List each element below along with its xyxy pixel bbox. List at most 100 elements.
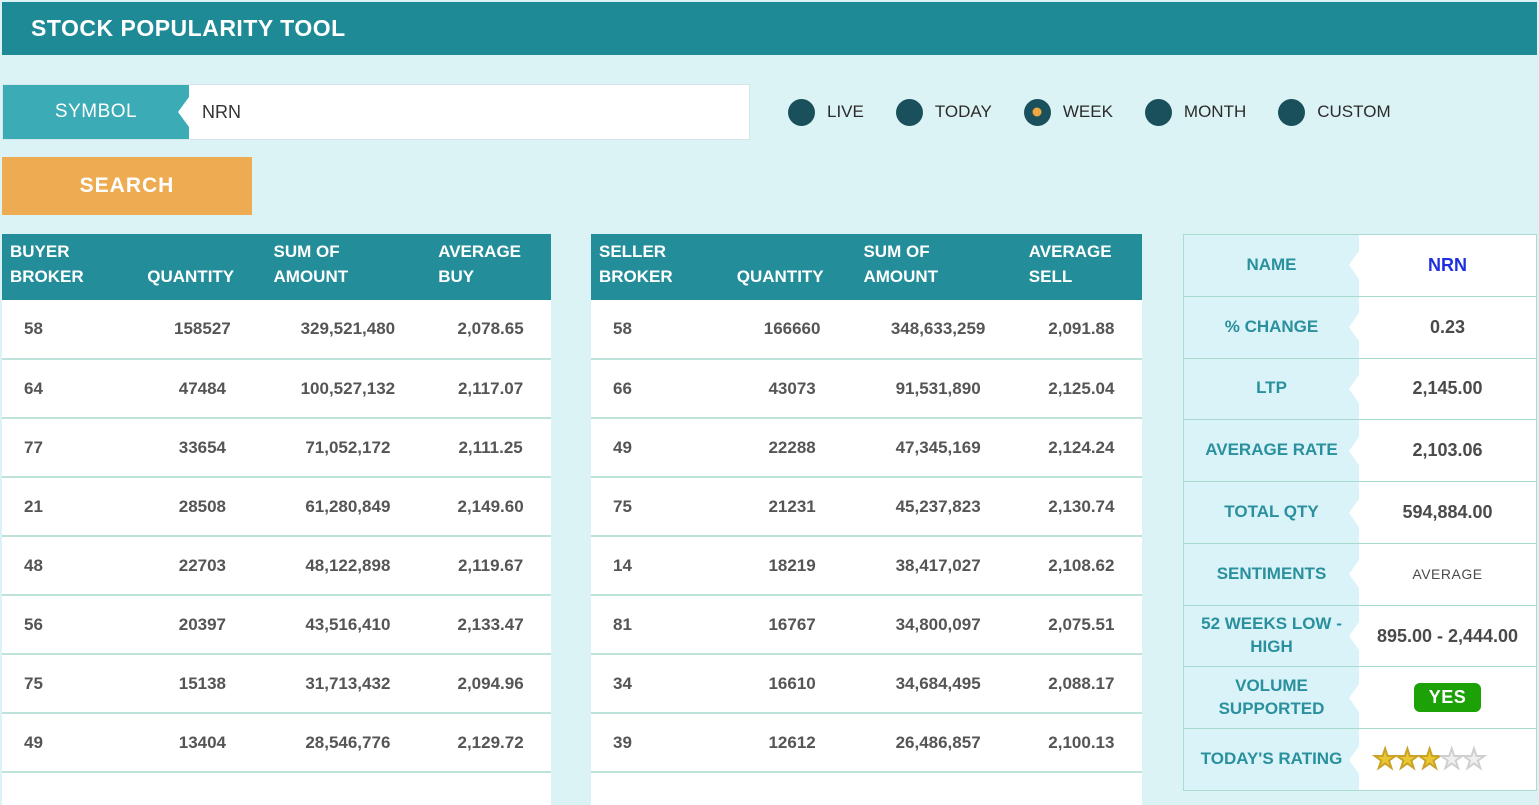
radio-circle-icon[interactable] — [1145, 99, 1172, 126]
radio-circle-icon[interactable] — [788, 99, 815, 126]
panel-row-52-weeks: 52 WEEKS LOW - HIGH 895.00 - 2,444.00 — [1184, 606, 1536, 668]
radio-circle-icon[interactable] — [1024, 99, 1051, 126]
cell-sum: 47,345,169 — [855, 418, 1020, 477]
table-row: 77 33654 71,052,172 2,111.25 — [2, 418, 551, 477]
star-filled-icon: ★ — [1373, 746, 1395, 773]
panel-label: AVERAGE RATE — [1184, 420, 1359, 481]
panel-row-sentiments: SENTIMENTS AVERAGE — [1184, 544, 1536, 606]
search-button[interactable]: SEARCH — [2, 157, 252, 215]
column-header: AVERAGE BUY — [430, 234, 551, 300]
period-radio-custom[interactable]: CUSTOM — [1278, 99, 1390, 126]
cell-quantity: 20397 — [139, 595, 265, 654]
page-title: STOCK POPULARITY TOOL — [2, 15, 346, 42]
seller-table-header-row: SELLER BROKER QUANTITY SUM OF AMOUNT AVE… — [591, 234, 1142, 300]
cell-quantity: 16610 — [729, 654, 856, 713]
symbol-label: SYMBOL — [3, 85, 189, 139]
cell-sum: 31,713,432 — [266, 654, 431, 713]
cell-average: 2,117.07 — [430, 359, 551, 418]
panel-row-ltp: LTP 2,145.00 — [1184, 359, 1536, 421]
period-radio-today[interactable]: TODAY — [896, 99, 992, 126]
cell-broker: 77 — [2, 418, 139, 477]
period-radio-group: LIVE TODAY WEEK MONTH CUSTOM — [788, 84, 1391, 140]
cell-quantity: 22288 — [729, 418, 856, 477]
cell-sum: 91,531,890 — [855, 359, 1020, 418]
cell-average: 2,094.96 — [430, 654, 551, 713]
cell-broker: 56 — [2, 595, 139, 654]
table-row: 39 12612 26,486,857 2,100.13 — [591, 713, 1142, 772]
buyer-broker-table: BUYER BROKER QUANTITY SUM OF AMOUNT AVER… — [2, 234, 551, 805]
period-label: TODAY — [935, 102, 992, 122]
panel-row-volume-supported: VOLUME SUPPORTED YES — [1184, 667, 1536, 729]
column-header: QUANTITY — [139, 234, 265, 300]
panel-value: 594,884.00 — [1359, 482, 1536, 543]
table-row: 81 16767 34,800,097 2,075.51 — [591, 595, 1142, 654]
seller-broker-table: SELLER BROKER QUANTITY SUM OF AMOUNT AVE… — [591, 234, 1142, 805]
stock-name-link[interactable]: NRN — [1359, 235, 1536, 296]
table-row: 75 21231 45,237,823 2,130.74 — [591, 477, 1142, 536]
period-radio-month[interactable]: MONTH — [1145, 99, 1246, 126]
cell-sum: 61,280,849 — [266, 477, 431, 536]
cell-broker: 39 — [591, 713, 729, 772]
panel-row-total-qty: TOTAL QTY 594,884.00 — [1184, 482, 1536, 544]
cell-quantity: 13404 — [139, 713, 265, 772]
volume-supported-badge: YES — [1414, 683, 1482, 712]
table-row: 49 13404 28,546,776 2,129.72 — [2, 713, 551, 772]
column-header: SELLER BROKER — [591, 234, 729, 300]
symbol-input[interactable] — [189, 85, 749, 139]
table-row: 34 16610 34,684,495 2,088.17 — [591, 654, 1142, 713]
radio-circle-icon[interactable] — [896, 99, 923, 126]
panel-label: % CHANGE — [1184, 297, 1359, 358]
table-row: 64 47484 100,527,132 2,117.07 — [2, 359, 551, 418]
cell-average: 2,133.47 — [430, 595, 551, 654]
cell-average: 2,088.17 — [1021, 654, 1142, 713]
panel-label: TODAY'S RATING — [1184, 729, 1359, 790]
panel-value: 895.00 - 2,444.00 — [1359, 606, 1536, 667]
cell-average: 2,111.25 — [430, 418, 551, 477]
cell-sum: 26,486,857 — [855, 713, 1020, 772]
cell-quantity: 33654 — [139, 418, 265, 477]
cell-sum: 71,052,172 — [266, 418, 431, 477]
period-radio-week[interactable]: WEEK — [1024, 99, 1113, 126]
table-row: 49 22288 47,345,169 2,124.24 — [591, 418, 1142, 477]
cell-average: 2,130.74 — [1021, 477, 1142, 536]
radio-circle-icon[interactable] — [1278, 99, 1305, 126]
cell-sum: 43,516,410 — [266, 595, 431, 654]
cell-quantity: 43073 — [729, 359, 856, 418]
period-radio-live[interactable]: LIVE — [788, 99, 864, 126]
period-label: LIVE — [827, 102, 864, 122]
cell-broker: 58 — [2, 300, 139, 359]
cell-quantity: 47484 — [139, 359, 265, 418]
cell-broker: 66 — [591, 359, 729, 418]
table-row: 58 158527 329,521,480 2,078.65 — [2, 300, 551, 359]
page: STOCK POPULARITY TOOL SYMBOL LIVE TODAY … — [0, 0, 1539, 805]
panel-row-name: NAME NRN — [1184, 235, 1536, 297]
table-row: 14 18219 38,417,027 2,108.62 — [591, 536, 1142, 595]
table-row: 58 166660 348,633,259 2,091.88 — [591, 300, 1142, 359]
cell-quantity: 28508 — [139, 477, 265, 536]
star-filled-icon: ★ — [1417, 746, 1439, 773]
table-row — [591, 772, 1142, 805]
panel-label: 52 WEEKS LOW - HIGH — [1184, 606, 1359, 667]
cell-sum: 28,546,776 — [266, 713, 431, 772]
panel-row-average-rate: AVERAGE RATE 2,103.06 — [1184, 420, 1536, 482]
symbol-search-group: SYMBOL — [2, 84, 750, 140]
cell-quantity: 21231 — [729, 477, 856, 536]
cell-average: 2,149.60 — [430, 477, 551, 536]
table-row: 75 15138 31,713,432 2,094.96 — [2, 654, 551, 713]
panel-value: 2,145.00 — [1359, 359, 1536, 420]
cell-average: 2,119.67 — [430, 536, 551, 595]
cell-average: 2,075.51 — [1021, 595, 1142, 654]
panel-label: LTP — [1184, 359, 1359, 420]
cell-broker: 75 — [2, 654, 139, 713]
table-row: 21 28508 61,280,849 2,149.60 — [2, 477, 551, 536]
rating-stars: ★★★★★ — [1359, 729, 1536, 790]
star-filled-icon: ★ — [1395, 746, 1417, 773]
star-empty-icon: ★ — [1440, 746, 1462, 773]
column-header: BUYER BROKER — [2, 234, 139, 300]
cell-quantity: 16767 — [729, 595, 856, 654]
cell-sum: 48,122,898 — [266, 536, 431, 595]
panel-value: 0.23 — [1359, 297, 1536, 358]
panel-label: VOLUME SUPPORTED — [1184, 667, 1359, 728]
cell-broker: 58 — [591, 300, 729, 359]
table-row: 56 20397 43,516,410 2,133.47 — [2, 595, 551, 654]
